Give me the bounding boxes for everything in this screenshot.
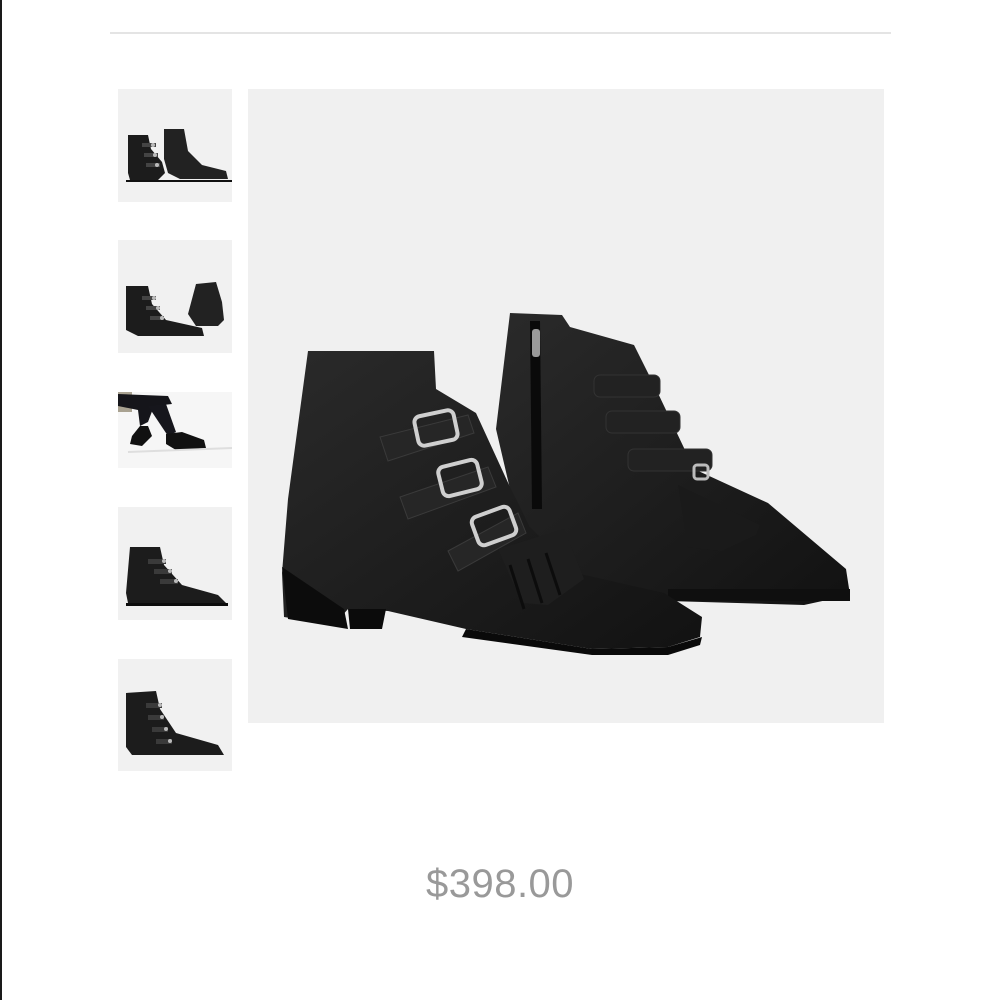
thumbnail-1[interactable] [118, 89, 232, 202]
ankle-boots-pair-icon [282, 313, 850, 655]
boots-worn-model-icon [118, 392, 232, 468]
boots-pair-front-icon [126, 129, 232, 182]
product-price: $398.00 [425, 862, 575, 906]
thumbnail-5[interactable] [118, 659, 232, 771]
thumbnail-3[interactable] [118, 392, 232, 468]
header-divider [110, 32, 891, 34]
single-boot-side-icon [126, 547, 228, 606]
page-left-border [0, 0, 2, 1000]
single-boot-angle-icon [126, 691, 224, 755]
boots-pair-side-back-icon [126, 282, 224, 336]
main-product-image[interactable] [248, 89, 884, 723]
thumbnail-2[interactable] [118, 240, 232, 353]
thumbnail-4[interactable] [118, 507, 232, 620]
